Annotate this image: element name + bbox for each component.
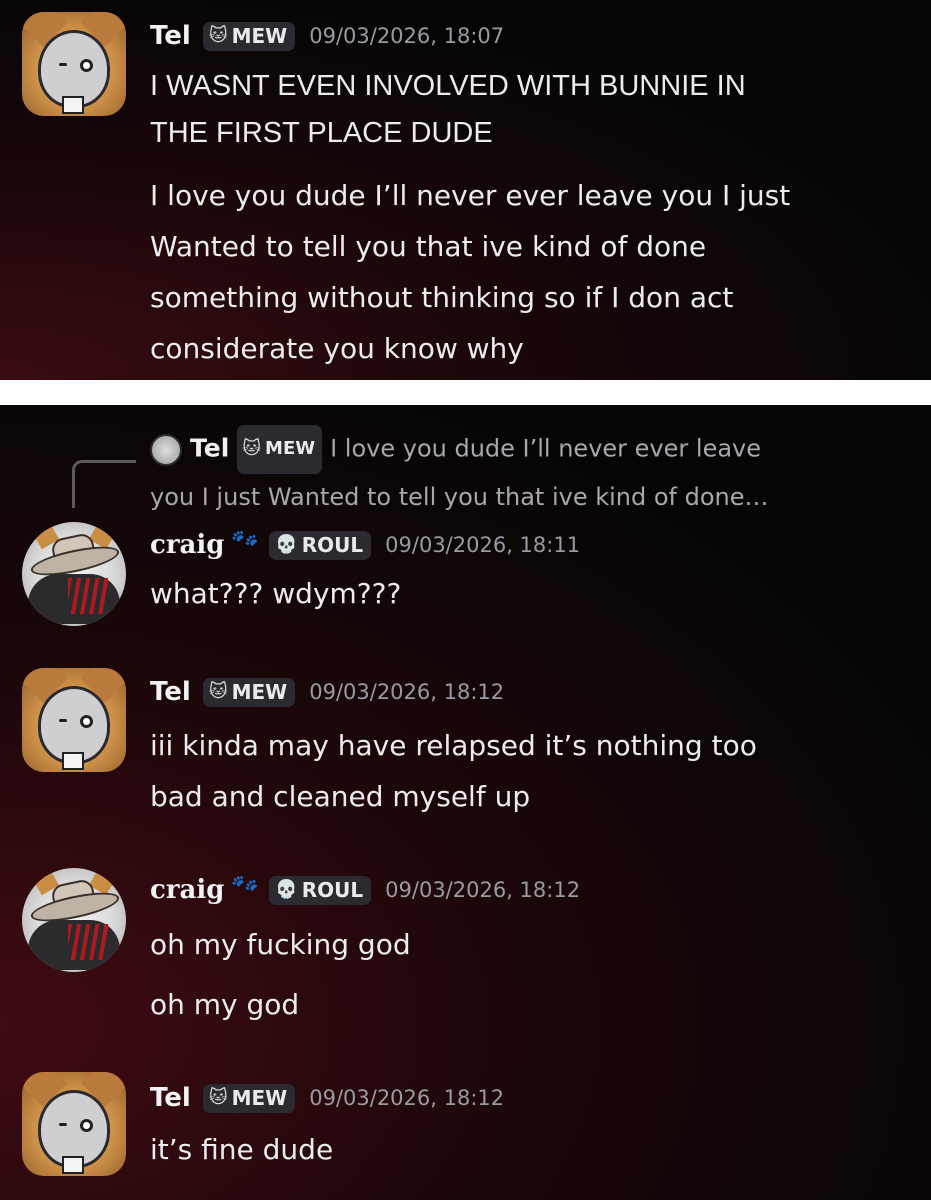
role-tag[interactable]: 🐱 MEW <box>202 21 296 51</box>
message-header: craig 🐾 💀 ROUL 09/03/2026, 18:12 <box>150 866 581 910</box>
paw-icon: 🐾 <box>228 521 262 555</box>
role-tag-label: MEW <box>231 23 288 48</box>
username[interactable]: Tel <box>150 21 191 51</box>
message-line: iii kinda may have relapsed it’s nothing… <box>150 729 757 762</box>
paw-icon: 🐾 <box>228 866 262 900</box>
timestamp: 09/03/2026, 18:12 <box>385 878 581 902</box>
skull-icon: 💀 <box>275 534 298 555</box>
message-line: considerate you know why <box>150 332 524 365</box>
message-content: it’s fine dude <box>150 1124 910 1175</box>
timestamp: 09/03/2026, 18:12 <box>309 1086 505 1110</box>
message-line: THE FIRST PLACE DUDE <box>150 117 493 149</box>
username[interactable]: Tel <box>150 1083 191 1113</box>
role-tag-label: ROUL <box>301 532 364 557</box>
role-tag[interactable]: 🐱 MEW <box>202 677 296 707</box>
message-content: oh my fucking god oh my god <box>150 915 910 1035</box>
message-content: what??? wdym??? <box>150 568 910 619</box>
role-tag[interactable]: 🐱 MEW <box>202 1083 296 1113</box>
reply-preview-text: I love you dude I’ll never ever leave <box>330 434 762 463</box>
message-content: I WASNT EVEN INVOLVED WITH BUNNIE IN THE… <box>150 63 910 157</box>
message-line: Wanted to tell you that ive kind of done <box>150 230 707 263</box>
reply-preview[interactable]: Tel 🐱 MEW I love you dude I’ll never ever l… <box>150 425 910 520</box>
message-line: something without thinking so if I don a… <box>150 281 734 314</box>
message-line: I love you dude I’ll never ever leave yo… <box>150 179 791 212</box>
role-tag[interactable]: 💀 ROUL <box>269 875 372 905</box>
message-line: I WASNT EVEN INVOLVED WITH BUNNIE IN <box>150 70 746 102</box>
message-header: Tel 🐱 MEW 09/03/2026, 18:12 <box>150 1078 504 1118</box>
role-tag-label: MEW <box>231 1085 288 1110</box>
reply-role-label: MEW <box>265 438 316 459</box>
cat-icon: 🐱 <box>208 25 228 46</box>
message-content: iii kinda may have relapsed it’s nothing… <box>150 720 910 822</box>
role-tag-label: ROUL <box>301 877 364 902</box>
message-line: it’s fine dude <box>150 1133 334 1166</box>
username[interactable]: craig <box>150 875 224 905</box>
username[interactable]: Tel <box>150 677 191 707</box>
chat-panel-top: Tel 🐱 MEW 09/03/2026, 18:07 I WASNT EVEN… <box>0 0 931 380</box>
reply-avatar <box>150 433 182 466</box>
craig-avatar[interactable] <box>22 868 126 972</box>
skull-icon: 💀 <box>275 879 298 900</box>
reply-preview-text: you I just Wanted to tell you that ive k… <box>150 483 769 511</box>
message-header: craig 🐾 💀 ROUL 09/03/2026, 18:11 <box>150 521 581 565</box>
tel-avatar[interactable] <box>22 1072 126 1176</box>
tel-avatar[interactable] <box>22 668 126 772</box>
tel-avatar[interactable] <box>22 12 126 116</box>
role-tag-label: MEW <box>231 679 288 704</box>
message-content: I love you dude I’ll never ever leave yo… <box>150 170 910 374</box>
timestamp: 09/03/2026, 18:07 <box>309 24 505 48</box>
timestamp: 09/03/2026, 18:12 <box>309 680 505 704</box>
cat-icon: 🐱 <box>208 1087 228 1108</box>
message-line: bad and cleaned myself up <box>150 780 531 813</box>
cat-icon: 🐱 <box>242 438 262 459</box>
message-line: what??? wdym??? <box>150 577 402 610</box>
message-line: oh my god <box>150 988 300 1021</box>
craig-avatar[interactable] <box>22 522 126 626</box>
reply-role-tag: 🐱 MEW <box>237 425 323 474</box>
timestamp: 09/03/2026, 18:11 <box>385 533 581 557</box>
message-line: oh my fucking god <box>150 928 411 961</box>
role-tag[interactable]: 💀 ROUL <box>269 530 372 560</box>
message-header: Tel 🐱 MEW 09/03/2026, 18:07 <box>150 16 504 56</box>
username[interactable]: craig <box>150 530 224 560</box>
reply-connector <box>72 460 136 508</box>
cat-icon: 🐱 <box>208 681 228 702</box>
reply-author: Tel <box>190 433 230 463</box>
message-header: Tel 🐱 MEW 09/03/2026, 18:12 <box>150 672 504 712</box>
